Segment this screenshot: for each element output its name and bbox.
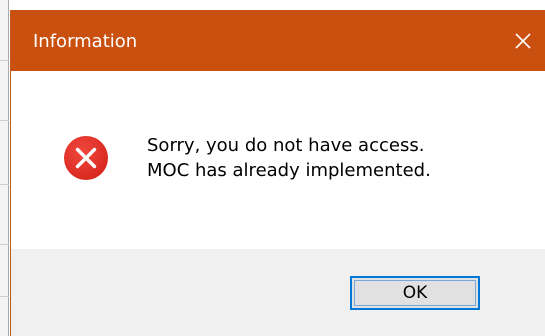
background-window-top: [0, 0, 545, 10]
error-icon: [64, 136, 108, 180]
message-line-2: MOC has already implemented.: [147, 160, 431, 181]
close-button[interactable]: [500, 10, 545, 71]
ok-button-label: OK: [402, 283, 428, 303]
message-line-1: Sorry, you do not have access.: [147, 135, 425, 156]
dialog-titlebar[interactable]: Information: [11, 10, 545, 71]
information-dialog: Information Sorry, you do not have acces…: [10, 10, 545, 336]
background-window-edge: [0, 0, 9, 336]
dialog-title: Information: [33, 31, 138, 52]
ok-button[interactable]: OK: [350, 276, 480, 310]
dialog-message: Sorry, you do not have access. MOC has a…: [147, 133, 431, 183]
dialog-content: Sorry, you do not have access. MOC has a…: [11, 71, 545, 249]
dialog-footer: OK: [11, 249, 545, 336]
close-icon: [515, 32, 531, 49]
